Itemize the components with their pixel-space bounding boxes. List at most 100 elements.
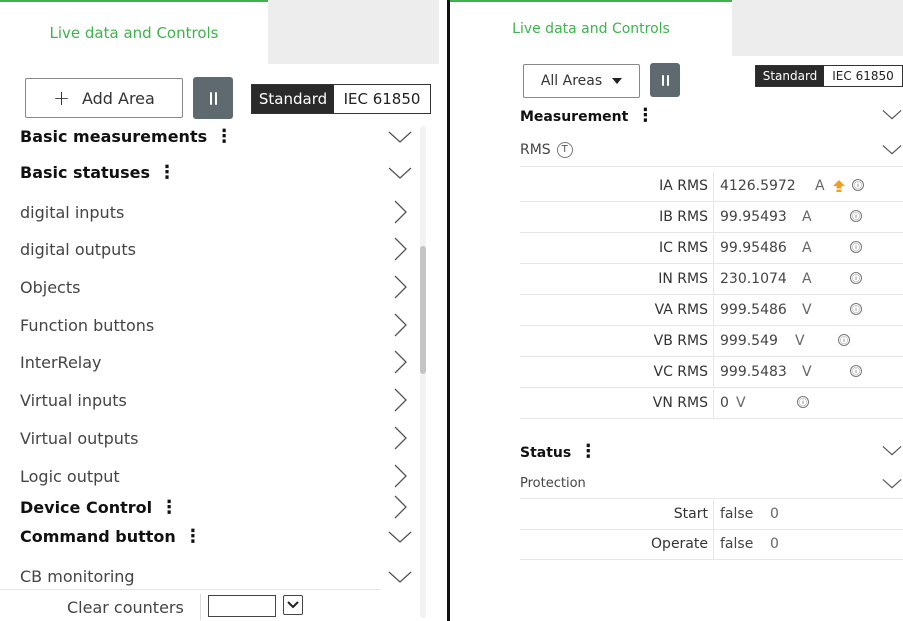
list-item-label: CB monitoring <box>20 566 135 586</box>
pause-button[interactable] <box>650 63 680 97</box>
clear-counters-dropdown[interactable] <box>283 595 303 615</box>
list-item-label: InterRelay <box>20 352 102 372</box>
standard-option[interactable]: Standard <box>252 85 334 113</box>
standard-option[interactable]: Standard <box>756 66 824 86</box>
list-item[interactable]: Device Control ⋮ <box>20 492 412 522</box>
table-row: VB RMS 999.549 Vⓘ <box>520 327 903 357</box>
measurement-unit: A <box>802 209 812 225</box>
areas-select[interactable]: All Areas <box>523 64 640 98</box>
chevron-right-icon[interactable] <box>388 464 412 488</box>
list-item-label: Logic output <box>20 466 120 486</box>
list-item-label: Device Control <box>20 497 153 517</box>
list-item[interactable]: digital inputs <box>20 197 412 227</box>
chevron-down-icon[interactable] <box>881 139 903 161</box>
scrollbar-thumb[interactable] <box>420 246 426 374</box>
measurement-value: 999.5486 <box>720 302 787 318</box>
list-item[interactable]: Function buttons <box>20 310 412 340</box>
kebab-menu-icon[interactable]: ⋮ <box>579 441 597 462</box>
chevron-down-icon[interactable] <box>388 160 412 184</box>
list-item-label: Virtual outputs <box>20 428 139 448</box>
cell-divider <box>713 500 714 530</box>
table-row: IN RMS 230.1074 Aⓘ <box>520 265 903 295</box>
cell-divider <box>713 203 714 233</box>
measurement-value: 99.95493 <box>720 209 787 225</box>
list-item[interactable]: InterRelay <box>20 347 412 377</box>
list-item-label: digital inputs <box>20 202 125 222</box>
list-item[interactable]: Virtual outputs <box>20 423 412 453</box>
table-row: VN RMS 0 Vⓘ <box>520 389 903 419</box>
info-icon[interactable]: ⓘ <box>850 365 862 377</box>
rms-label: RMS <box>520 141 551 158</box>
info-icon[interactable]: ⓘ <box>797 396 809 408</box>
info-icon[interactable]: ⓘ <box>850 303 862 315</box>
list-item[interactable]: Objects <box>20 272 412 302</box>
info-icon[interactable]: ⓘ <box>850 210 862 222</box>
rms-group-header[interactable]: RMS T <box>520 133 903 167</box>
areas-select-value: All Areas <box>540 73 603 89</box>
chevron-right-icon[interactable] <box>388 495 412 519</box>
status-section-header[interactable]: Status ⋮ <box>520 437 903 465</box>
pause-icon <box>660 74 670 86</box>
divider <box>200 594 201 620</box>
table-row: VC RMS 999.5483 Vⓘ <box>520 358 903 388</box>
kebab-menu-icon[interactable]: ⋮ <box>184 526 202 547</box>
chevron-right-icon[interactable] <box>388 350 412 374</box>
caret-down-icon <box>612 78 623 84</box>
chevron-right-icon[interactable] <box>388 388 412 412</box>
tab-label: Live data and Controls <box>512 21 670 37</box>
list-item[interactable]: digital outputs <box>20 234 412 264</box>
chevron-down-icon[interactable] <box>881 104 903 126</box>
chevron-right-icon[interactable] <box>388 200 412 224</box>
chevron-right-icon[interactable] <box>388 426 412 450</box>
list-item[interactable]: Command button ⋮ <box>20 521 412 551</box>
clear-counters-input[interactable] <box>208 595 276 617</box>
pause-button[interactable] <box>193 77 233 119</box>
chevron-down-icon[interactable] <box>388 524 412 548</box>
chevron-right-icon[interactable] <box>388 237 412 261</box>
kebab-menu-icon[interactable]: ⋮ <box>158 162 176 183</box>
measurement-value: 999.5483 <box>720 364 787 380</box>
tab-live-data-right[interactable]: Live data and Controls <box>450 0 732 56</box>
chevron-down-icon[interactable] <box>388 124 412 148</box>
chevron-down-icon[interactable] <box>388 564 412 588</box>
list-item-label: digital outputs <box>20 239 136 259</box>
measurement-value: 230.1074 <box>720 271 787 287</box>
chevron-right-icon[interactable] <box>388 313 412 337</box>
measurement-section-header[interactable]: Measurement ⋮ <box>520 103 903 127</box>
list-item[interactable]: Logic output <box>20 461 412 491</box>
protection-group-header[interactable]: Protection <box>520 469 903 499</box>
add-area-button[interactable]: + Add Area <box>25 78 183 118</box>
chevron-down-icon[interactable] <box>881 473 903 495</box>
tab-label: Live data and Controls <box>49 24 219 42</box>
measurement-unit: V <box>802 302 812 318</box>
tab-live-data-left[interactable]: Live data and Controls <box>0 0 268 64</box>
kebab-menu-icon[interactable]: ⋮ <box>636 105 654 126</box>
tab-empty-area <box>732 0 903 56</box>
iec-option[interactable]: IEC 61850 <box>334 85 430 113</box>
table-row: VA RMS 999.5486 Vⓘ <box>520 296 903 326</box>
cell-divider <box>713 530 714 560</box>
list-item[interactable]: Basic statuses ⋮ <box>20 157 412 187</box>
info-icon[interactable]: ⓘ <box>850 272 862 284</box>
chevron-down-icon[interactable] <box>881 440 903 462</box>
kebab-menu-icon[interactable]: ⋮ <box>160 497 178 518</box>
info-icon[interactable]: ⓘ <box>852 179 864 191</box>
chevron-right-icon[interactable] <box>388 275 412 299</box>
info-icon[interactable]: ⓘ <box>850 241 862 253</box>
iec-option[interactable]: IEC 61850 <box>824 66 902 86</box>
info-icon[interactable]: ⓘ <box>838 334 850 346</box>
measurement-name: VN RMS <box>652 395 708 411</box>
list-item-label: Virtual inputs <box>20 390 127 410</box>
list-item[interactable]: CB monitoring <box>20 561 412 591</box>
chevron-down-icon <box>287 601 299 609</box>
measurement-value: 0 <box>720 395 729 411</box>
standard-toggle[interactable]: Standard IEC 61850 <box>755 65 903 87</box>
cell-divider <box>713 358 714 388</box>
list-item[interactable]: Virtual inputs <box>20 385 412 415</box>
type-badge: T <box>556 141 573 158</box>
list-item[interactable]: Basic measurements ⋮ <box>20 121 412 151</box>
kebab-menu-icon[interactable]: ⋮ <box>215 126 233 147</box>
standard-toggle[interactable]: Standard IEC 61850 <box>251 84 431 114</box>
protection-label: Protection <box>520 476 586 491</box>
right-panel: Live data and Controls All Areas Standar… <box>450 0 903 621</box>
